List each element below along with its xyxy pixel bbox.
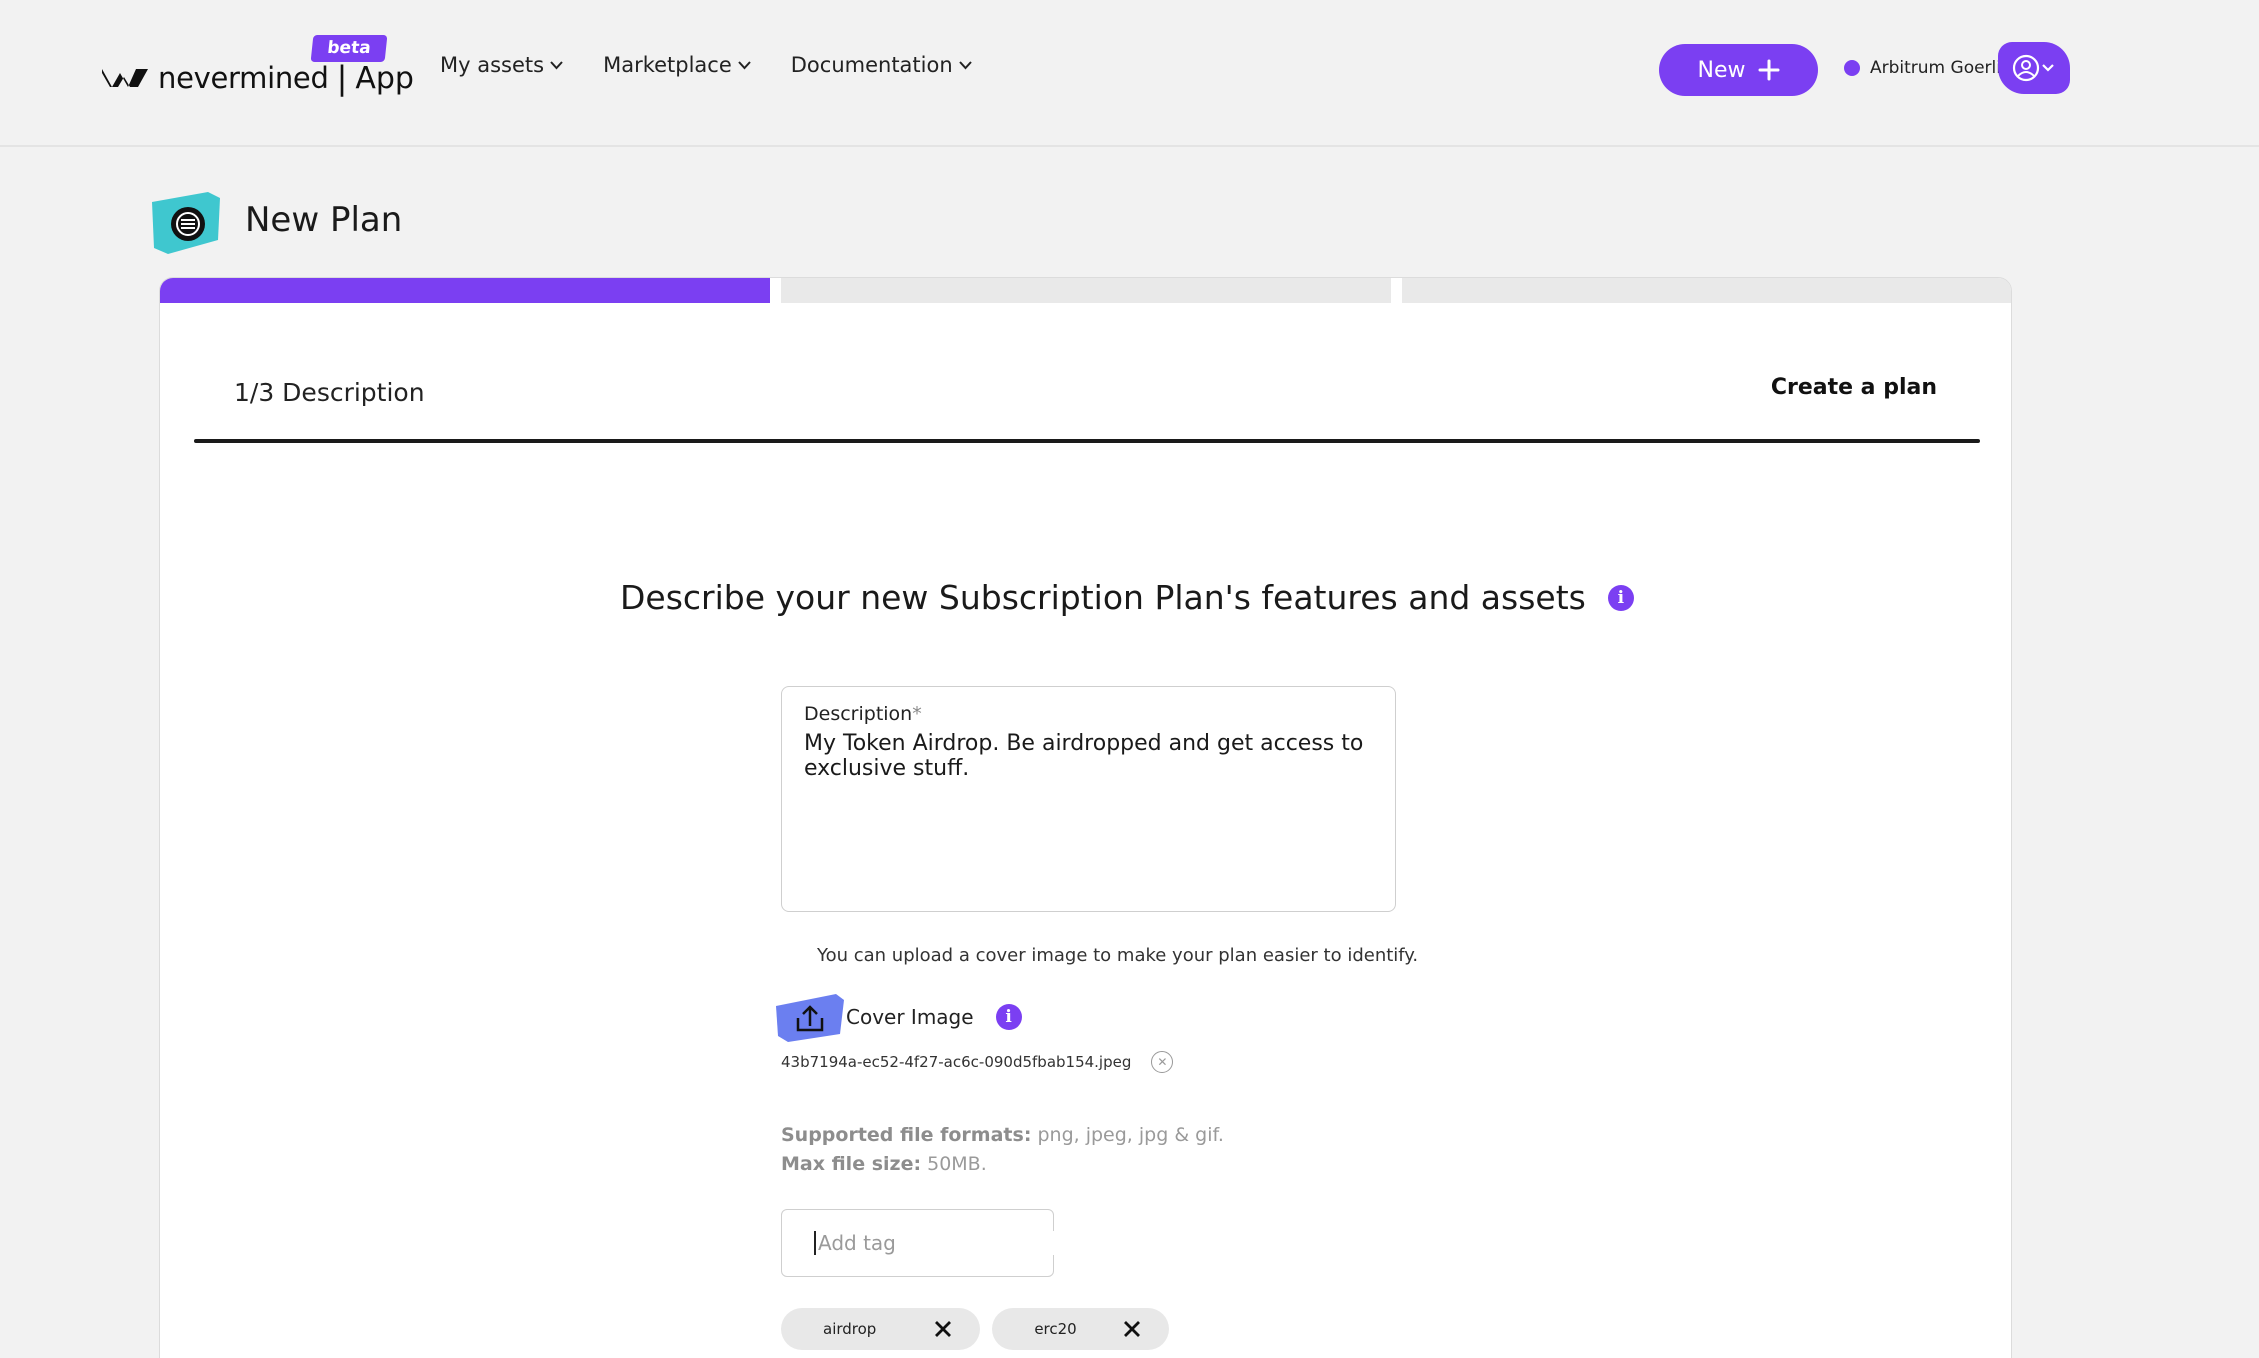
logo-text: nevermined	[158, 61, 329, 95]
nav-my-assets-label: My assets	[440, 53, 545, 77]
create-plan-title: Create a plan	[1770, 375, 1937, 400]
upload-icon[interactable]	[774, 990, 846, 1044]
tag-chip: airdrop	[781, 1308, 981, 1350]
remove-tag-icon[interactable]	[1123, 1320, 1141, 1338]
new-button-label: New	[1697, 57, 1746, 83]
logo-separator: |	[336, 59, 348, 97]
max-file-size: Max file size: 50MB.	[781, 1153, 987, 1175]
remove-tag-icon[interactable]	[934, 1320, 952, 1338]
tag-label: airdrop	[823, 1320, 877, 1338]
nevermined-logo-icon	[102, 69, 148, 87]
nevermined-logo[interactable]: nevermined | App	[100, 56, 414, 100]
section-divider	[194, 439, 1980, 443]
wizard-card: 1/3 Description Create a plan Describe y…	[159, 277, 2012, 1358]
nav-documentation[interactable]: Documentation	[791, 53, 972, 77]
description-textarea[interactable]	[804, 731, 1373, 881]
add-tag-input[interactable]	[814, 1231, 1067, 1255]
nav-my-assets[interactable]: My assets	[440, 53, 563, 77]
required-mark: *	[912, 703, 922, 725]
network-status-dot	[1844, 60, 1860, 76]
chevron-down-icon	[958, 60, 972, 69]
info-icon[interactable]: i	[1607, 584, 1634, 611]
step-label: 1/3 Description	[234, 378, 425, 407]
file-requirements: Supported file formats: png, jpeg, jpg &…	[781, 1121, 1224, 1179]
plan-icon	[152, 192, 220, 254]
upload-hint: You can upload a cover image to make you…	[817, 945, 1419, 966]
user-icon	[2012, 54, 2054, 82]
top-bar: nevermined | App beta My assets Marketpl…	[0, 0, 2259, 147]
beta-badge: beta	[310, 35, 388, 62]
chevron-down-icon	[550, 60, 563, 69]
uploaded-file: 43b7194a-ec52-4f27-ac6c-090d5fbab154.jpe…	[781, 1051, 1174, 1073]
cover-image-upload[interactable]: Cover Image i	[774, 990, 1022, 1044]
progress-step-2	[781, 278, 1391, 303]
chevron-down-icon	[738, 60, 751, 69]
plus-icon	[1758, 59, 1779, 81]
cover-info-icon[interactable]: i	[995, 1004, 1022, 1030]
tag-input-field[interactable]	[781, 1209, 1067, 1277]
nav-marketplace-label: Marketplace	[603, 53, 732, 77]
user-menu-button[interactable]	[1998, 42, 2070, 94]
description-field[interactable]: Description*	[781, 686, 1396, 912]
tag-list: airdrop erc20	[781, 1308, 1169, 1350]
description-label-text: Description	[804, 703, 913, 725]
supported-formats: Supported file formats: png, jpeg, jpg &…	[781, 1124, 1224, 1146]
remove-file-icon[interactable]: ✕	[1151, 1051, 1174, 1073]
section-heading: Describe your new Subscription Plan's fe…	[620, 578, 1634, 617]
new-button[interactable]: New	[1659, 44, 1818, 96]
nav-marketplace[interactable]: Marketplace	[603, 53, 751, 77]
section-heading-text: Describe your new Subscription Plan's fe…	[620, 578, 1586, 617]
network-name: Arbitrum Goerli	[1870, 58, 2001, 78]
description-label: Description*	[804, 703, 1373, 725]
cover-image-label: Cover Image	[846, 1005, 974, 1029]
file-name: 43b7194a-ec52-4f27-ac6c-090d5fbab154.jpe…	[781, 1053, 1132, 1071]
progress-step-1	[160, 278, 770, 303]
wizard-progress	[160, 278, 2011, 303]
logo-app-text: App	[355, 60, 414, 96]
main-nav: My assets Marketplace Documentation	[440, 53, 972, 77]
network-indicator[interactable]: Arbitrum Goerli	[1844, 58, 2001, 78]
nav-documentation-label: Documentation	[790, 53, 953, 77]
tag-chip: erc20	[992, 1308, 1169, 1350]
tag-label: erc20	[1034, 1320, 1077, 1338]
progress-step-3	[1402, 278, 2011, 303]
page-title: New Plan	[245, 200, 403, 240]
